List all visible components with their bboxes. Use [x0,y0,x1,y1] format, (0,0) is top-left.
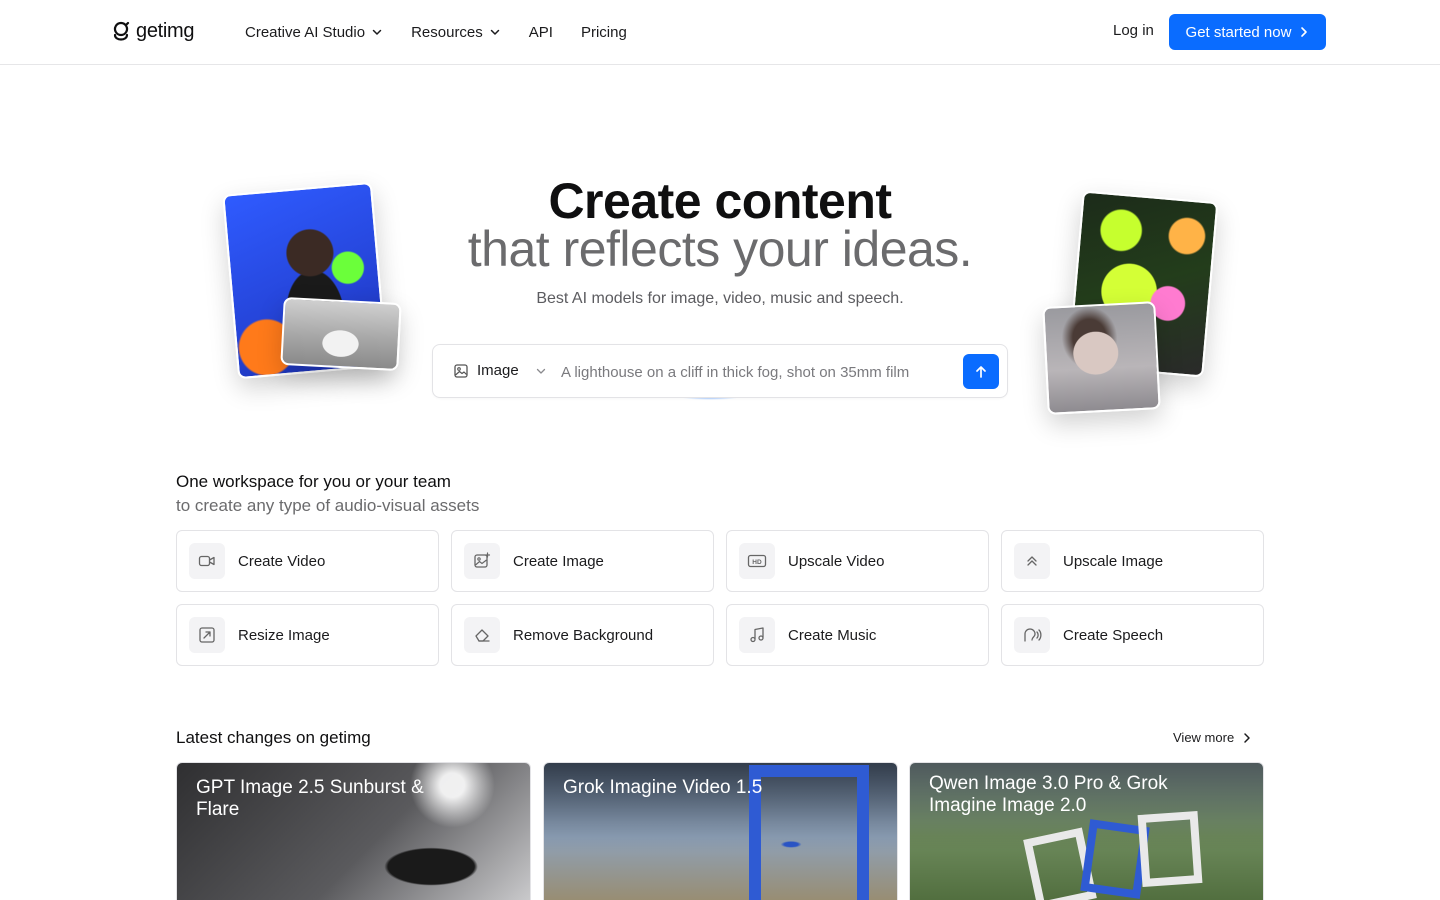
get-started-button[interactable]: Get started now [1169,14,1326,50]
logo-text: getimg [136,20,195,42]
tool-upscale-video[interactable]: HD Upscale Video [726,530,989,592]
double-chevron-up-icon [1027,556,1037,566]
chevron-down-icon [372,29,382,35]
prompt-input[interactable] [561,355,951,389]
nav-label: Creative AI Studio [245,23,366,41]
nav-pricing[interactable]: Pricing [581,24,627,41]
tool-label: Create Image [513,552,604,570]
prompt-bar: Image [432,344,1008,398]
send-button[interactable] [963,354,999,389]
tool-icon-wrap [464,543,500,579]
tool-label: Resize Image [238,626,330,644]
resize-icon [199,627,215,643]
news-card-image [1137,810,1203,888]
news-card[interactable]: Qwen Image 3.0 Pro & Grok Imagine Image … [909,762,1264,900]
news-card[interactable]: Grok Imagine Video 1.5 [543,762,898,900]
main-nav: Creative AI Studio Resources API Pricing [245,0,627,64]
tool-create-image[interactable]: Create Image [451,530,714,592]
news-card-title: GPT Image 2.5 Sunburst & Flare [196,777,424,820]
tool-label: Upscale Video [788,552,885,570]
tool-label: Create Music [788,626,877,644]
svg-text:HD: HD [752,559,762,566]
chevron-down-icon [536,368,545,374]
tool-resize-image[interactable]: Resize Image [176,604,439,666]
arrow-up-icon [976,365,986,378]
tool-label: Upscale Image [1063,552,1164,570]
nav-label: Pricing [580,23,627,41]
tool-create-speech[interactable]: Create Speech [1001,604,1264,666]
hero-subtitle: Best AI models for image, video, music a… [536,290,904,307]
news-card-image [749,765,869,900]
nav-api[interactable]: API [529,24,553,41]
hero-image-portrait-woman [1042,301,1161,415]
tool-label: Remove Background [513,626,654,644]
nav-creative-ai-studio[interactable]: Creative AI Studio [245,24,383,41]
workspace-title: One workspace for you or your team [176,472,451,491]
tool-icon-wrap [189,617,225,653]
mode-selector[interactable]: Image [453,362,547,379]
tool-icon-wrap: HD [739,543,775,579]
view-more-link[interactable]: View more [1173,730,1252,745]
tool-label: Create Video [238,552,326,570]
hero-image-sneaker [280,296,402,372]
eraser-icon [475,629,490,642]
video-camera-icon [198,555,215,567]
image-icon [454,363,468,378]
hd-icon: HD [747,554,767,568]
workspace-subtitle: to create any type of audio-visual asset… [176,496,480,515]
music-note-icon [750,627,764,643]
tool-icon-wrap [1014,617,1050,653]
login-link[interactable]: Log in [1113,22,1154,39]
news-card[interactable]: GPT Image 2.5 Sunburst & Flare [176,762,531,900]
hero-title-secondary: that reflects your ideas. [467,221,973,277]
tool-icon-wrap [739,617,775,653]
speech-icon [1024,628,1042,642]
logo[interactable]: getimg [112,20,195,43]
view-more-label: View more [1173,730,1235,745]
tool-upscale-image[interactable]: Upscale Image [1001,530,1264,592]
tool-create-music[interactable]: Create Music [726,604,989,666]
image-sparkle-icon [474,552,491,568]
mode-label: Image [477,362,519,379]
site-header: getimg Creative AI Studio Resources API … [0,0,1440,65]
news-card-title: Qwen Image 3.0 Pro & Grok Imagine Image … [929,773,1168,816]
nav-resources[interactable]: Resources [411,24,501,41]
logo-icon [113,21,130,41]
hero-title: Create content [548,173,892,229]
tool-label: Create Speech [1063,626,1164,644]
latest-title: Latest changes on getimg [176,728,371,747]
chevron-right-icon [1244,732,1250,743]
news-card-title: Grok Imagine Video 1.5 [563,777,763,798]
chevron-down-icon [490,29,500,35]
chevron-right-icon [1301,27,1308,37]
tool-remove-background[interactable]: Remove Background [451,604,714,666]
get-started-label: Get started now [1185,23,1292,41]
tool-icon-wrap [1014,543,1050,579]
tool-create-video[interactable]: Create Video [176,530,439,592]
nav-label: API [528,23,553,41]
tool-icon-wrap [464,617,500,653]
nav-label: Resources [411,23,483,41]
tool-icon-wrap [189,543,225,579]
